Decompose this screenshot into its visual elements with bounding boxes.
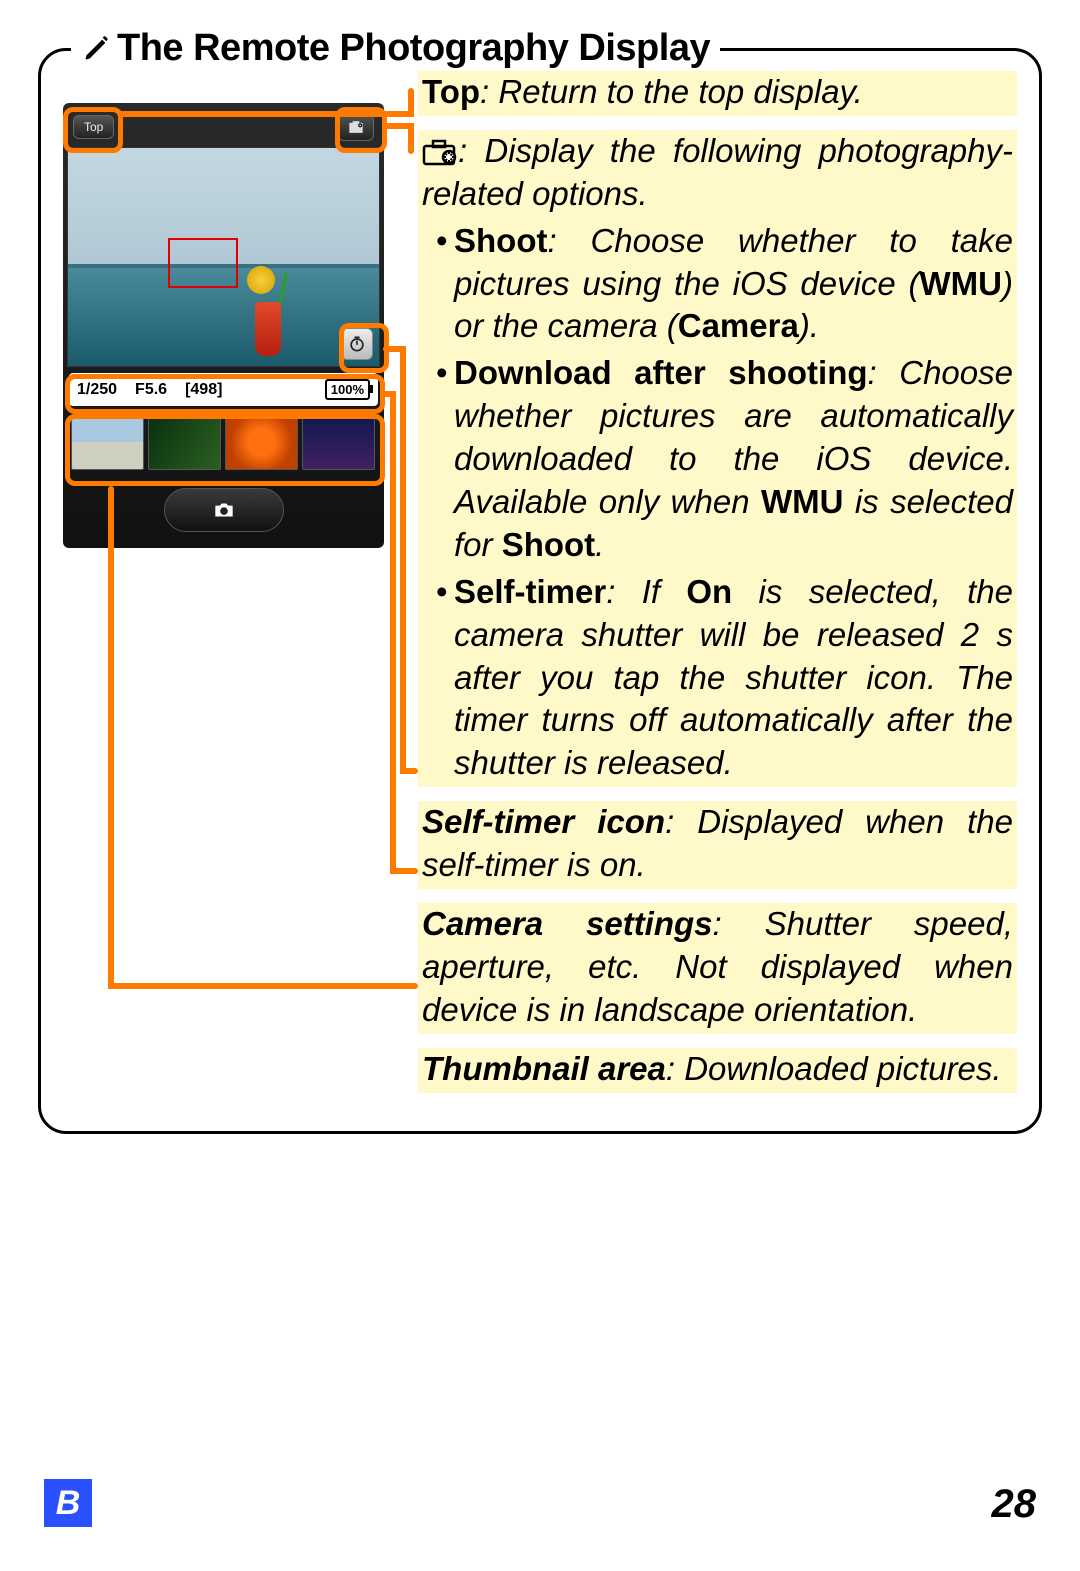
live-view[interactable] (67, 147, 380, 367)
callout-body: : Display the following photography-rela… (422, 132, 1013, 212)
callout-options: : Display the following photography-rela… (418, 130, 1017, 787)
pencil-icon (81, 34, 111, 64)
page-number: 28 (992, 1482, 1037, 1527)
panel-title: The Remote Photography Display (117, 27, 710, 70)
callout-top: Top: Return to the top display. (418, 71, 1017, 116)
camera-settings-icon (422, 138, 458, 168)
thumbnail-area[interactable] (67, 410, 380, 474)
thumbnail[interactable] (71, 414, 144, 470)
right-column: Top: Return to the top display. : Displa… (418, 71, 1017, 1107)
aperture: F5.6 (135, 381, 167, 399)
thumbnail[interactable] (148, 414, 221, 470)
callout-lead: Thumbnail area (422, 1050, 666, 1087)
callout-body: : Return to the top display. (480, 73, 863, 110)
phone-topbar: Top (67, 107, 380, 147)
shutter-area (67, 474, 380, 538)
panel: The Remote Photography Display Top (38, 48, 1042, 1134)
thumbnail[interactable] (225, 414, 298, 470)
drink-subject (247, 266, 289, 356)
shutter-speed: 1/250 (77, 381, 117, 399)
options-bullet-list: Shoot: Choose whether to take pictures u… (422, 220, 1013, 786)
callout-lead: Self-timer icon (422, 803, 665, 840)
callout-self-timer-icon: Self-timer icon: Displayed when the self… (418, 801, 1017, 889)
shots-remaining: [498] (185, 381, 222, 399)
section-badge: B (44, 1479, 92, 1527)
bullet-shoot: Shoot: Choose whether to take pictures u… (436, 220, 1013, 349)
camera-settings-bar: 1/250 F5.6 [498] 100% (69, 373, 378, 406)
panel-title-wrap: The Remote Photography Display (71, 27, 720, 70)
page: The Remote Photography Display Top (0, 0, 1080, 1571)
thumbnail[interactable] (302, 414, 375, 470)
callout-body: : Downloaded pictures. (666, 1050, 1002, 1087)
bullet-download: Download after shooting: Choose whether … (436, 352, 1013, 566)
callout-thumbnails: Thumbnail area: Downloaded pictures. (418, 1048, 1017, 1093)
self-timer-icon[interactable] (341, 328, 373, 360)
content: Top (63, 71, 1017, 1107)
callout-lead: Top (422, 73, 480, 110)
battery-indicator: 100% (325, 379, 370, 400)
shutter-button[interactable] (164, 488, 284, 532)
top-button[interactable]: Top (73, 115, 114, 139)
left-column: Top (63, 71, 398, 1107)
phone-screenshot: Top (63, 103, 384, 548)
callout-camera-settings: Camera settings: Shutter speed, aperture… (418, 903, 1017, 1034)
page-footer: B 28 (0, 1479, 1080, 1527)
settings-gear-button[interactable] (338, 113, 374, 141)
bullet-self-timer: Self-timer: If On is selected, the camer… (436, 571, 1013, 785)
callout-lead: Camera settings (422, 905, 713, 942)
focus-rectangle (168, 238, 238, 288)
